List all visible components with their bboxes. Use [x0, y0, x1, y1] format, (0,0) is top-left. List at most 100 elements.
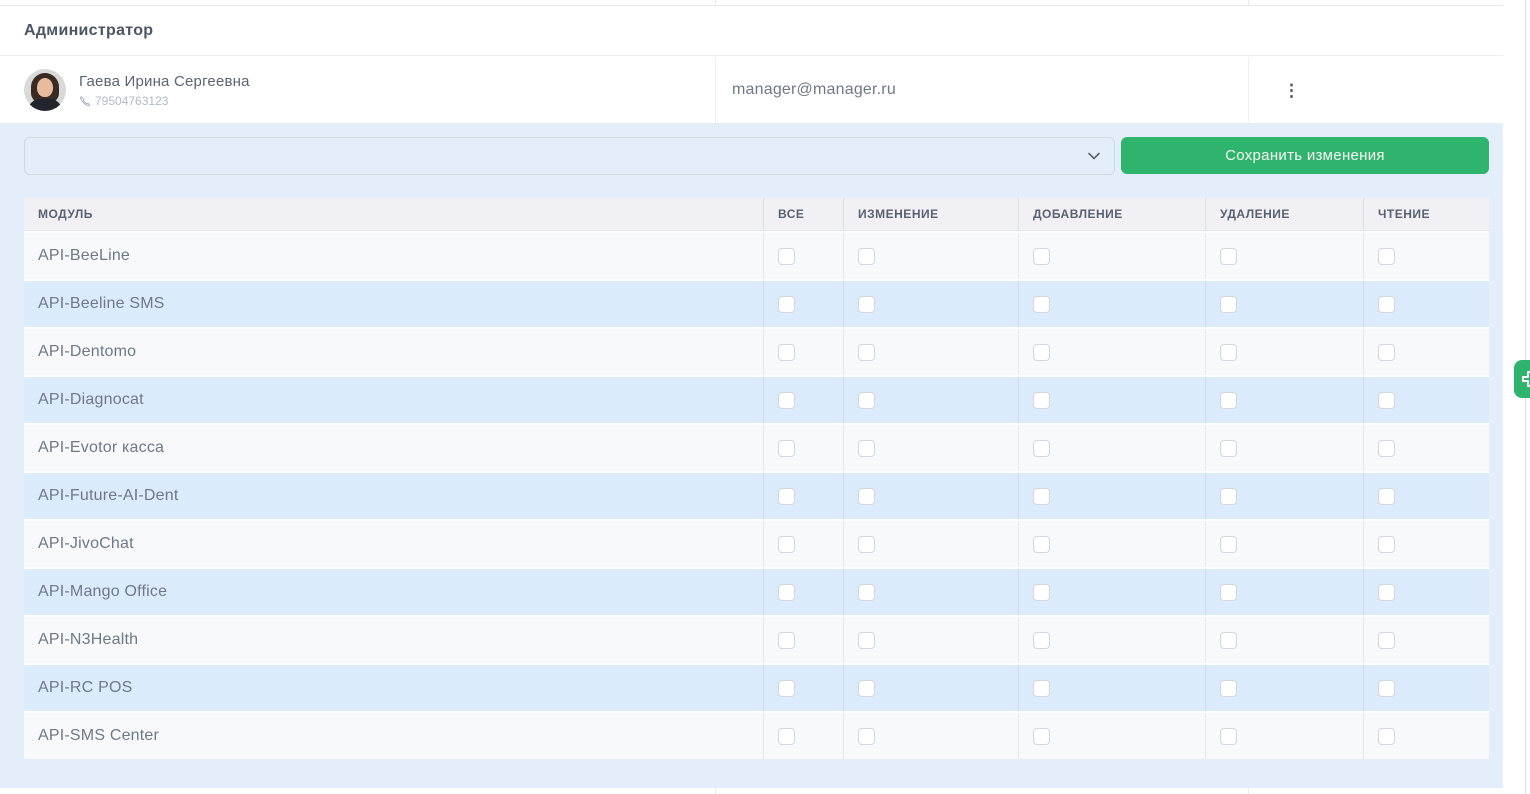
checkbox-delete[interactable]: [1220, 247, 1237, 265]
edge-widget-button[interactable]: [1514, 360, 1530, 398]
checkbox-read[interactable]: [1378, 535, 1395, 553]
checkbox-delete[interactable]: [1220, 487, 1237, 505]
checkbox-edit[interactable]: [858, 727, 875, 745]
user-phone-row: 79504763123: [79, 94, 250, 108]
checkbox-all[interactable]: [778, 247, 795, 265]
checkbox-add[interactable]: [1033, 727, 1050, 745]
checkbox-delete[interactable]: [1220, 631, 1237, 649]
module-name: API-RC POS: [38, 679, 133, 696]
module-name: API-Diagnocat: [38, 391, 144, 408]
column-divider: [715, 788, 716, 794]
table-row: API-Mango Office: [24, 567, 1489, 615]
avatar-face: [37, 78, 53, 97]
table-row: API-JivoChat: [24, 519, 1489, 567]
chevron-down-icon: [1088, 152, 1100, 160]
checkbox-all[interactable]: [778, 631, 795, 649]
checkbox-read[interactable]: [1378, 391, 1395, 409]
checkbox-all[interactable]: [778, 391, 795, 409]
plus-icon: [1522, 371, 1530, 387]
table-row: API-RC POS: [24, 663, 1489, 711]
checkbox-all[interactable]: [778, 727, 795, 745]
checkbox-all[interactable]: [778, 487, 795, 505]
column-header-module: МОДУЛЬ: [38, 207, 93, 221]
checkbox-edit[interactable]: [858, 439, 875, 457]
checkbox-all[interactable]: [778, 679, 795, 697]
checkbox-all[interactable]: [778, 439, 795, 457]
checkbox-delete[interactable]: [1220, 535, 1237, 553]
checkbox-add[interactable]: [1033, 439, 1050, 457]
checkbox-all[interactable]: [778, 295, 795, 313]
checkbox-read[interactable]: [1378, 487, 1395, 505]
checkbox-edit[interactable]: [858, 583, 875, 601]
checkbox-add[interactable]: [1033, 295, 1050, 313]
checkbox-edit[interactable]: [858, 295, 875, 313]
checkbox-edit[interactable]: [858, 247, 875, 265]
table-row: API-Evotor касса: [24, 423, 1489, 471]
user-phone: 79504763123: [95, 93, 169, 108]
previous-row-remnant: [0, 0, 1503, 6]
checkbox-read[interactable]: [1378, 343, 1395, 361]
checkbox-delete[interactable]: [1220, 439, 1237, 457]
kebab-menu-icon[interactable]: ⋮: [1283, 82, 1300, 99]
checkbox-delete[interactable]: [1220, 727, 1237, 745]
column-header-edit: ИЗМЕНЕНИЕ: [843, 198, 1018, 230]
table-row: API-BeeLine: [24, 231, 1489, 279]
checkbox-read[interactable]: [1378, 727, 1395, 745]
column-header-all: ВСЕ: [763, 198, 843, 230]
checkbox-delete[interactable]: [1220, 295, 1237, 313]
checkbox-edit[interactable]: [858, 679, 875, 697]
checkbox-edit[interactable]: [858, 487, 875, 505]
checkbox-delete[interactable]: [1220, 391, 1237, 409]
checkbox-add[interactable]: [1033, 247, 1050, 265]
phone-icon: [80, 95, 91, 106]
column-divider: [715, 0, 716, 6]
checkbox-edit[interactable]: [858, 391, 875, 409]
checkbox-delete[interactable]: [1220, 343, 1237, 361]
checkbox-add[interactable]: [1033, 583, 1050, 601]
checkbox-delete[interactable]: [1220, 679, 1237, 697]
column-divider: [1248, 788, 1249, 794]
checkbox-add[interactable]: [1033, 487, 1050, 505]
checkbox-edit[interactable]: [858, 631, 875, 649]
checkbox-add[interactable]: [1033, 391, 1050, 409]
module-name: API-Dentomo: [38, 343, 137, 360]
checkbox-edit[interactable]: [858, 535, 875, 553]
next-row-remnant: [0, 788, 1503, 794]
column-header-delete: УДАЛЕНИЕ: [1205, 198, 1363, 230]
checkbox-all[interactable]: [778, 583, 795, 601]
table-row: API-Future-AI-Dent: [24, 471, 1489, 519]
admin-permissions-page: Администратор Гаева Ирина Сергеевна 7950…: [0, 0, 1530, 794]
checkbox-read[interactable]: [1378, 247, 1395, 265]
user-email: manager@manager.ru: [732, 81, 896, 98]
checkbox-delete[interactable]: [1220, 583, 1237, 601]
checkbox-add[interactable]: [1033, 631, 1050, 649]
section-title: Администратор: [24, 22, 154, 39]
column-header-read: ЧТЕНИЕ: [1363, 198, 1489, 230]
permissions-table: МОДУЛЬ ВСЕ ИЗМЕНЕНИЕ ДОБАВЛЕНИЕ УДАЛЕНИЕ…: [24, 198, 1489, 759]
module-name: API-Beeline SMS: [38, 295, 165, 312]
user-actions-cell: ⋮: [1248, 57, 1503, 123]
checkbox-read[interactable]: [1378, 295, 1395, 313]
role-select[interactable]: [24, 137, 1115, 175]
module-name: API-N3Health: [38, 631, 139, 648]
table-row: API-Diagnocat: [24, 375, 1489, 423]
checkbox-add[interactable]: [1033, 679, 1050, 697]
module-name: API-SMS Center: [38, 727, 160, 744]
checkbox-read[interactable]: [1378, 583, 1395, 601]
checkbox-add[interactable]: [1033, 535, 1050, 553]
table-row: API-Dentomo: [24, 327, 1489, 375]
section-header: Администратор: [0, 7, 1503, 56]
user-name: Гаева Ирина Сергеевна: [79, 72, 250, 90]
checkbox-add[interactable]: [1033, 343, 1050, 361]
checkbox-all[interactable]: [778, 535, 795, 553]
checkbox-read[interactable]: [1378, 439, 1395, 457]
module-name: API-Evotor касса: [38, 439, 165, 456]
table-header-row: МОДУЛЬ ВСЕ ИЗМЕНЕНИЕ ДОБАВЛЕНИЕ УДАЛЕНИЕ…: [24, 198, 1489, 231]
checkbox-read[interactable]: [1378, 631, 1395, 649]
avatar-shirt: [28, 99, 62, 111]
checkbox-read[interactable]: [1378, 679, 1395, 697]
checkbox-edit[interactable]: [858, 343, 875, 361]
checkbox-all[interactable]: [778, 343, 795, 361]
column-header-add: ДОБАВЛЕНИЕ: [1018, 198, 1205, 230]
save-button[interactable]: Сохранить изменения: [1121, 137, 1489, 174]
